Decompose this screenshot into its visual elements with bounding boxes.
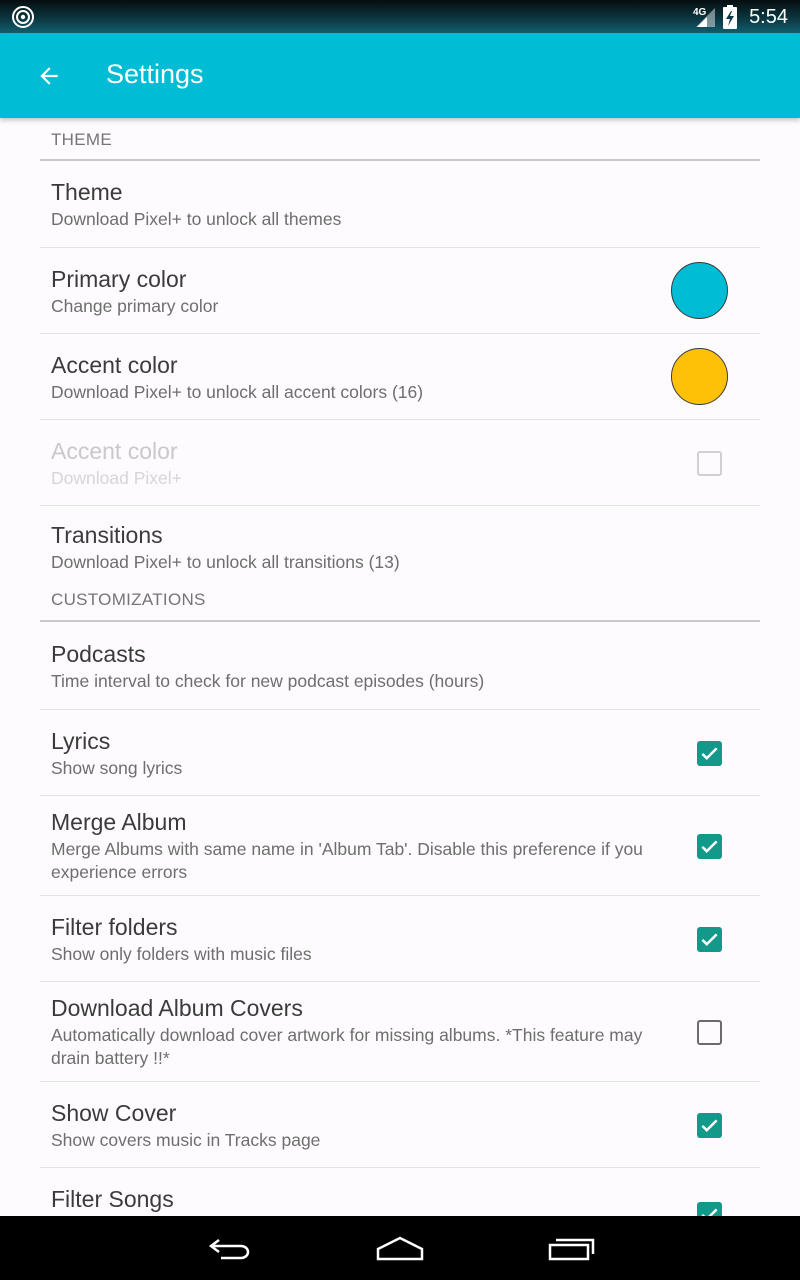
pref-accent-color-disabled: Accent color Download Pixel+	[40, 420, 760, 506]
checkmark-icon	[701, 1208, 718, 1216]
pref-summary: Download Pixel+	[51, 467, 182, 488]
music-app-icon	[12, 6, 34, 28]
pref-title: Accent color	[51, 437, 178, 464]
pref-transitions[interactable]: Transitions Download Pixel+ to unlock al…	[40, 506, 760, 588]
primary-color-swatch[interactable]	[671, 261, 728, 319]
pref-show-cover[interactable]: Show Cover Show covers music in Tracks p…	[40, 1082, 760, 1168]
checkmark-icon	[701, 839, 718, 853]
pref-summary: Show song lyrics	[51, 757, 183, 778]
pref-title: Filter Songs	[51, 1186, 174, 1212]
pref-summary: Time interval to check for new podcast e…	[51, 670, 485, 691]
pref-title: Filter folders	[51, 913, 178, 940]
checkmark-icon	[701, 1118, 718, 1132]
navigation-bar	[0, 1216, 800, 1280]
accent-color-checkbox	[697, 450, 722, 476]
nav-back-button[interactable]	[200, 1230, 260, 1266]
back-button[interactable]	[22, 53, 76, 99]
back-nav-icon	[208, 1239, 250, 1260]
recents-nav-icon	[548, 1238, 595, 1261]
pref-summary: Change primary color	[51, 295, 219, 316]
pref-title: Lyrics	[51, 727, 111, 754]
pref-summary: Automatically download cover artwork for…	[51, 1025, 643, 1068]
section-header-theme: THEME	[40, 118, 760, 161]
merge-album-checkbox[interactable]	[697, 833, 722, 859]
pref-theme[interactable]: Theme Download Pixel+ to unlock all them…	[40, 161, 760, 248]
pref-title: Theme	[51, 179, 123, 205]
pref-title: Primary color	[51, 265, 187, 292]
filter-songs-checkbox[interactable]	[697, 1202, 722, 1216]
pref-lyrics[interactable]: Lyrics Show song lyrics	[40, 710, 760, 796]
lyrics-checkbox[interactable]	[697, 740, 722, 766]
nav-recents-button[interactable]	[542, 1230, 602, 1266]
nav-home-button[interactable]	[370, 1230, 430, 1266]
show-cover-checkbox[interactable]	[697, 1112, 722, 1138]
pref-primary-color[interactable]: Primary color Change primary color	[40, 248, 760, 334]
filter-folders-checkbox[interactable]	[697, 926, 722, 952]
toolbar: Settings	[0, 33, 800, 118]
pref-summary: Download Pixel+ to unlock all accent col…	[51, 381, 424, 402]
accent-color-swatch[interactable]	[671, 347, 728, 405]
home-nav-icon	[376, 1236, 424, 1261]
status-bar: 4G 5:54	[0, 0, 800, 33]
download-album-covers-checkbox[interactable]	[697, 1019, 722, 1045]
pref-title: Download Album Covers	[51, 995, 303, 1021]
pref-title: Merge Album	[51, 809, 187, 835]
pref-merge-album[interactable]: Merge Album Merge Albums with same name …	[40, 796, 760, 896]
pref-filter-folders[interactable]: Filter folders Show only folders with mu…	[40, 896, 760, 982]
pref-summary: Show only folders with music files	[51, 943, 312, 964]
pref-title: Show Cover	[51, 1099, 177, 1126]
pref-podcasts[interactable]: Podcasts Time interval to check for new …	[40, 622, 760, 710]
pref-filter-songs[interactable]: Filter Songs	[40, 1168, 760, 1216]
checkmark-icon	[701, 746, 718, 760]
pref-summary: Download Pixel+ to unlock all transition…	[51, 552, 400, 572]
page-title: Settings	[106, 59, 204, 89]
pref-accent-color[interactable]: Accent color Download Pixel+ to unlock a…	[40, 334, 760, 420]
pref-summary: Download Pixel+ to unlock all themes	[51, 209, 342, 229]
pref-title: Transitions	[51, 522, 163, 548]
pref-summary: Merge Albums with same name in 'Album Ta…	[51, 839, 643, 882]
signal-icon: 4G	[693, 7, 716, 27]
pref-download-album-covers[interactable]: Download Album Covers Automatically down…	[40, 982, 760, 1082]
pref-title: Podcasts	[51, 640, 146, 667]
battery-charging-icon	[723, 5, 738, 29]
status-time: 5:54	[749, 5, 788, 28]
checkmark-icon	[701, 932, 718, 946]
arrow-back-icon	[40, 67, 58, 85]
section-header-customizations: CUSTOMIZATIONS	[40, 588, 760, 622]
network-type: 4G	[693, 7, 707, 18]
settings-list[interactable]: THEME Theme Download Pixel+ to unlock al…	[0, 118, 800, 1216]
pref-summary: Show covers music in Tracks page	[51, 1129, 321, 1150]
pref-title: Accent color	[51, 351, 178, 378]
